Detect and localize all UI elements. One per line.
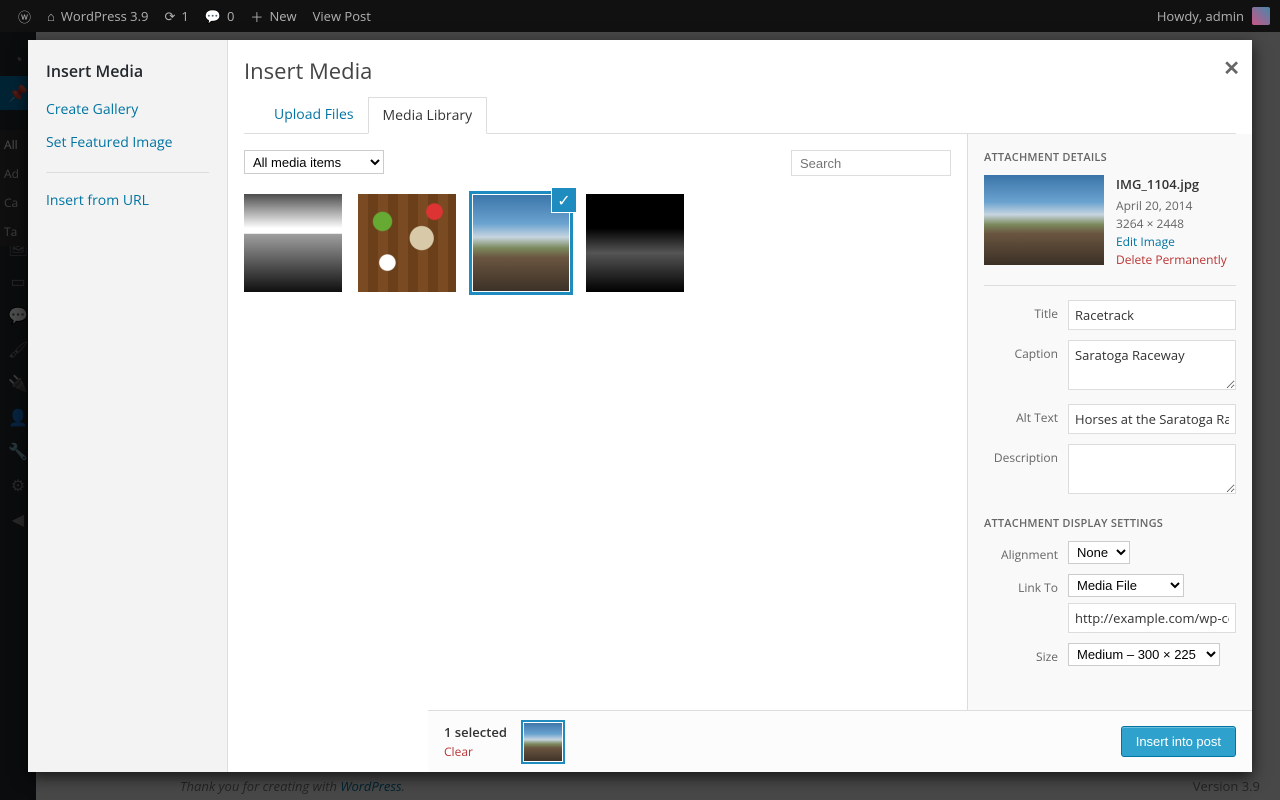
insert-into-post-button[interactable]: Insert into post	[1121, 726, 1236, 757]
description-label: Description	[984, 444, 1068, 466]
selection-info: 1 selected Clear	[444, 720, 565, 764]
wordpress-icon: ⓦ	[18, 7, 31, 26]
media-frame-header: Insert Media ✕ Upload Files Media Librar…	[228, 40, 1252, 134]
attachment-filename: IMG_1104.jpg	[1116, 175, 1227, 195]
delete-attachment-link[interactable]: Delete Permanently	[1116, 251, 1227, 269]
home-icon: ⌂	[47, 7, 55, 25]
menu-create-gallery[interactable]: Create Gallery	[46, 100, 209, 119]
updates-count: 1	[181, 7, 188, 25]
alt-text-label: Alt Text	[984, 404, 1068, 426]
attachment-dimensions: 3264 × 2448	[1116, 215, 1227, 233]
comment-icon: 💬	[205, 7, 221, 25]
plus-icon: ＋	[250, 7, 263, 26]
media-frame-menu: Insert Media Create Gallery Set Featured…	[28, 40, 228, 772]
view-post-link[interactable]: View Post	[305, 0, 379, 32]
media-filter-select[interactable]: All media items	[244, 150, 384, 174]
updates-menu[interactable]: ⟳1	[156, 0, 196, 32]
details-heading: ATTACHMENT DETAILS	[984, 150, 1236, 165]
close-button[interactable]: ✕	[1223, 54, 1240, 81]
site-title: WordPress 3.9	[61, 7, 149, 25]
new-content-menu[interactable]: ＋ New	[242, 0, 304, 32]
link-to-label: Link To	[984, 574, 1068, 596]
comments-count: 0	[227, 7, 234, 25]
attachment-thumb[interactable]	[244, 194, 342, 292]
attachment-summary: IMG_1104.jpg April 20, 2014 3264 × 2448 …	[984, 175, 1236, 269]
site-name-menu[interactable]: ⌂ WordPress 3.9	[39, 0, 156, 32]
attachments-browser: All media items ✓	[228, 134, 968, 772]
menu-set-featured-image[interactable]: Set Featured Image	[46, 133, 209, 152]
attachment-details-panel: ATTACHMENT DETAILS IMG_1104.jpg April 20…	[968, 134, 1252, 772]
update-icon: ⟳	[164, 7, 175, 25]
avatar[interactable]	[1252, 7, 1270, 25]
clear-selection-link[interactable]: Clear	[444, 743, 507, 760]
selection-thumb[interactable]	[521, 720, 565, 764]
selection-count: 1 selected	[444, 723, 507, 741]
media-toolbar: All media items	[244, 150, 951, 176]
title-input[interactable]	[1068, 300, 1236, 330]
media-frame-content: Insert Media ✕ Upload Files Media Librar…	[228, 40, 1252, 772]
attachment-thumb[interactable]	[358, 194, 456, 292]
attachments-grid: ✓	[244, 194, 951, 292]
caption-label: Caption	[984, 340, 1068, 362]
size-label: Size	[984, 643, 1068, 665]
howdy-text[interactable]: Howdy, admin	[1157, 7, 1244, 25]
attachment-preview	[984, 175, 1104, 265]
link-url-input[interactable]	[1068, 603, 1236, 633]
close-icon: ✕	[1223, 54, 1240, 81]
media-frame-toolbar: 1 selected Clear Insert into post	[428, 710, 1252, 772]
divider	[984, 285, 1236, 286]
alignment-label: Alignment	[984, 541, 1068, 563]
admin-toolbar: ⓦ ⌂WordPress 3.9 ⟳1 💬0 ＋New View Post Ho…	[0, 0, 1280, 32]
media-frame-title: Insert Media	[244, 56, 1236, 86]
selected-check-icon[interactable]: ✓	[552, 188, 576, 212]
description-textarea[interactable]	[1068, 444, 1236, 494]
media-body: All media items ✓ ATTACHMENT DETAILS	[228, 134, 1252, 772]
tab-media-library[interactable]: Media Library	[368, 97, 488, 134]
display-settings-heading: ATTACHMENT DISPLAY SETTINGS	[984, 516, 1236, 531]
media-modal: Insert Media Create Gallery Set Featured…	[28, 40, 1252, 772]
view-post-label: View Post	[313, 7, 371, 25]
menu-insert-from-url[interactable]: Insert from URL	[46, 172, 209, 210]
size-select[interactable]: Medium – 300 × 225	[1068, 643, 1220, 666]
caption-textarea[interactable]: Saratoga Raceway	[1068, 340, 1236, 390]
tab-upload-files[interactable]: Upload Files	[260, 97, 368, 134]
attachment-date: April 20, 2014	[1116, 197, 1227, 215]
media-menu-title: Insert Media	[46, 60, 209, 82]
attachment-thumb[interactable]: ✓	[472, 194, 570, 292]
alt-text-input[interactable]	[1068, 404, 1236, 434]
media-search-input[interactable]	[791, 150, 951, 176]
media-router: Upload Files Media Library	[244, 96, 1236, 134]
comments-menu[interactable]: 💬0	[197, 0, 243, 32]
wp-logo-menu[interactable]: ⓦ	[10, 0, 39, 32]
new-label: New	[269, 7, 296, 25]
attachment-thumb[interactable]	[586, 194, 684, 292]
link-to-select[interactable]: Media File	[1068, 574, 1184, 597]
edit-image-link[interactable]: Edit Image	[1116, 233, 1227, 251]
alignment-select[interactable]: None	[1068, 541, 1130, 564]
title-label: Title	[984, 300, 1068, 322]
